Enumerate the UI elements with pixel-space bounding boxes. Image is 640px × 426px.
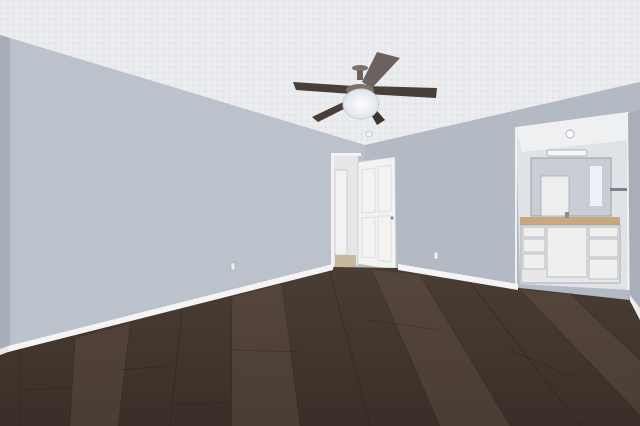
vanity-door [546,226,588,278]
vanity-light [546,149,588,157]
door-knob [390,216,394,220]
faucet [565,212,569,218]
hallway-floor [335,255,356,267]
vanity-drawer [588,258,619,280]
outlet [433,251,439,260]
room-photo [0,0,640,426]
vanity-drawer [588,226,619,238]
hallway-door-frame [334,169,348,256]
room-illustration [0,0,640,426]
recessed-light [565,129,575,139]
fan-canopy [352,65,368,71]
open-door [357,156,397,271]
vanity-drawer [522,253,546,270]
towel-bar [610,188,628,191]
vanity-drawer [522,238,546,253]
left-wall-shadow [0,35,10,355]
vanity-drawer [522,226,546,238]
smoke-detector [365,130,373,138]
mirror-door-reflection [540,175,570,217]
vanity-drawer [588,238,619,258]
vanity-countertop [520,217,620,225]
doorway-trim [331,153,334,269]
outlet [230,262,236,271]
fan-light [342,88,380,120]
mirror-window-reflection [590,166,602,206]
doorway-trim [331,153,361,156]
